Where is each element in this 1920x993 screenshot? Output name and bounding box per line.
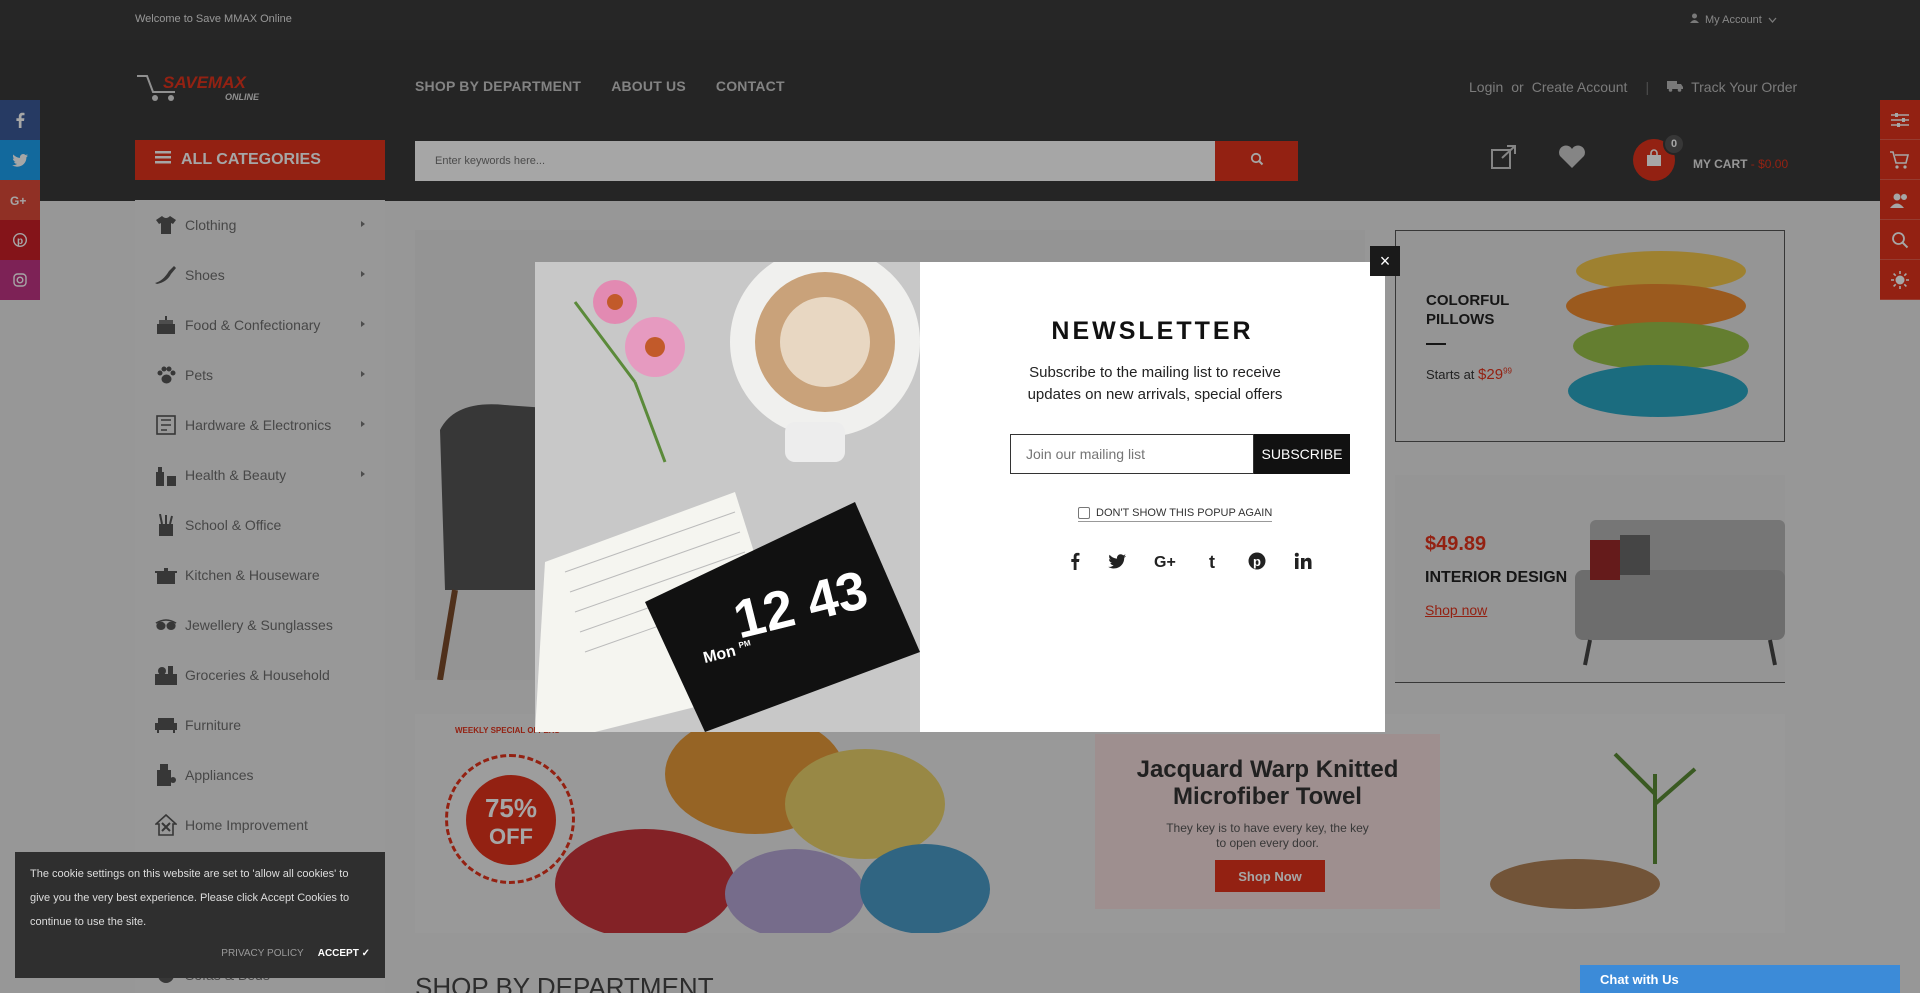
newsletter-modal: 12 43 Mon PM NEWSLETTER Subscribe to the…	[535, 262, 1385, 732]
cookie-text: The cookie settings on this website are …	[30, 868, 350, 928]
newsletter-image: 12 43 Mon PM	[535, 262, 920, 732]
clock-pm-label: PM	[737, 638, 752, 650]
chat-label: Chat with Us	[1600, 971, 1679, 987]
tumblr-icon[interactable]: t	[1208, 552, 1220, 575]
google-plus-icon[interactable]: G+	[1154, 553, 1180, 574]
newsletter-title: NEWSLETTER	[1051, 317, 1254, 345]
newsletter-social: G+ t p	[1070, 552, 1312, 575]
newsletter-subtitle: Subscribe to the mailing list to receive…	[1027, 364, 1283, 403]
svg-text:p: p	[1253, 554, 1261, 569]
cookie-banner: The cookie settings on this website are …	[15, 852, 385, 978]
twitter-icon[interactable]	[1108, 553, 1126, 574]
privacy-policy-link[interactable]: PRIVACY POLICY	[221, 942, 303, 966]
subscribe-button[interactable]: SUBSCRIBE	[1254, 434, 1350, 474]
dont-show-checkbox[interactable]	[1078, 507, 1090, 519]
chat-widget[interactable]: Chat with Us	[1580, 965, 1900, 993]
newsletter-body: NEWSLETTER Subscribe to the mailing list…	[920, 262, 1385, 732]
accept-cookies-button[interactable]: ACCEPT ✓	[318, 942, 370, 966]
dont-show-label: DON'T SHOW THIS POPUP AGAIN	[1096, 507, 1273, 519]
cookie-actions: PRIVACY POLICY ACCEPT ✓	[221, 942, 370, 966]
linkedin-icon[interactable]	[1294, 552, 1312, 575]
svg-text:G+: G+	[1154, 554, 1176, 569]
facebook-icon[interactable]	[1070, 552, 1080, 575]
svg-text:t: t	[1209, 552, 1215, 570]
email-field[interactable]	[1010, 434, 1254, 474]
newsletter-form: SUBSCRIBE	[1010, 434, 1350, 474]
pinterest-icon[interactable]: p	[1248, 552, 1266, 575]
dont-show-again[interactable]: DON'T SHOW THIS POPUP AGAIN	[1078, 507, 1273, 522]
close-button[interactable]: ×	[1370, 246, 1400, 276]
